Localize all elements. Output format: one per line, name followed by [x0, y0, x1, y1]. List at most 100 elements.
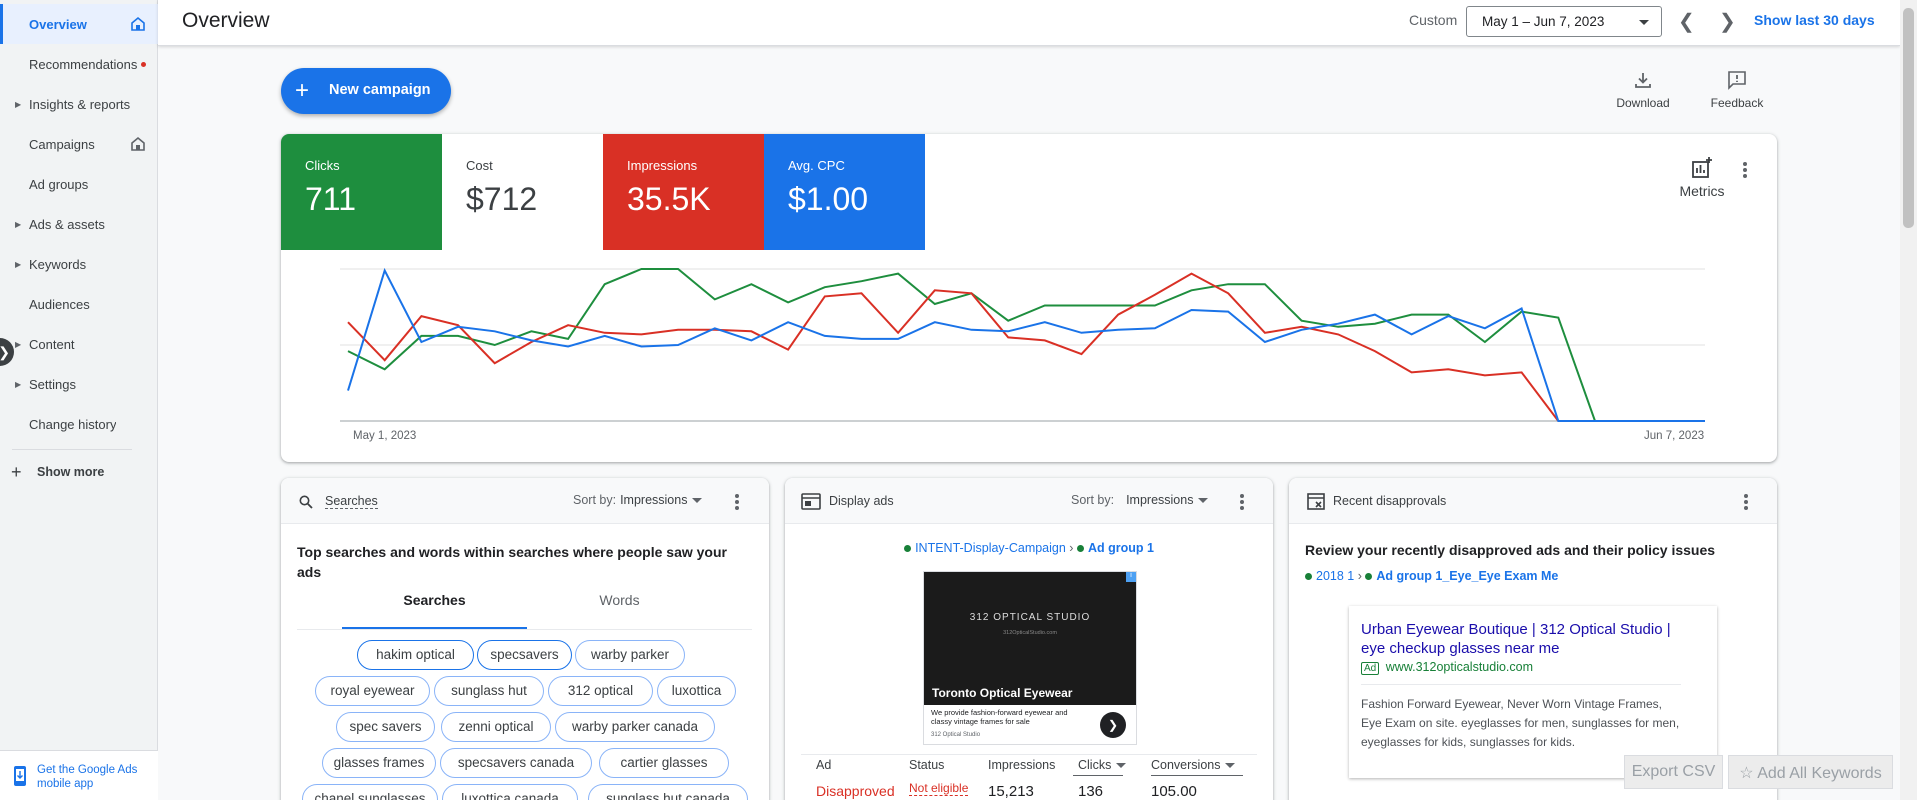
export-csv-button[interactable]: Export CSV [1624, 755, 1723, 789]
column-header-clicks[interactable]: Clicks [1078, 758, 1127, 772]
ad-url: www.312opticalstudio.com [1385, 660, 1534, 674]
clicks-cell: 136 [1078, 783, 1104, 800]
caret-down-icon [1639, 20, 1649, 25]
search-term-chip[interactable]: glasses frames [322, 748, 436, 778]
card-title[interactable]: Searches [325, 494, 378, 509]
display-ad-preview[interactable]: 312 OPTICAL STUDIO 312OpticalStudio.com … [924, 572, 1136, 744]
search-term-chip[interactable]: luxottica [657, 676, 736, 706]
sidebar-item-content[interactable]: ▶ Content [0, 324, 158, 364]
metrics-button[interactable]: Metrics [1674, 156, 1730, 199]
search-term-chip[interactable]: sunglass hut canada [588, 784, 748, 800]
new-campaign-label: New campaign [329, 82, 431, 98]
search-term-chip[interactable]: chanel sunglasses [302, 784, 438, 800]
divider [12, 449, 132, 450]
download-icon [1635, 73, 1651, 88]
column-header-label: Conversions [1151, 758, 1221, 772]
add-all-keywords-button[interactable]: ☆ Add All Keywords [1728, 755, 1893, 789]
more-options-icon[interactable] [1240, 494, 1244, 510]
metric-tile-impressions[interactable]: Impressions 35.5K [603, 134, 764, 250]
feedback-button[interactable]: Feedback [1697, 66, 1777, 110]
ad-advertiser: 312 Optical Studio [931, 732, 981, 738]
metric-value: 35.5K [627, 181, 711, 217]
chevron-right-icon: ❯ [1719, 11, 1736, 33]
x-axis-start-label: May 1, 2023 [353, 430, 417, 442]
sort-by-value: Impressions [1126, 493, 1194, 507]
metric-label: Avg. CPC [788, 158, 845, 173]
sidebar-item-label: Ad groups [29, 176, 89, 192]
ad-group-link[interactable]: Ad group 1_Eye_Eye Exam Me [1376, 569, 1558, 583]
adchoices-icon[interactable]: i [1126, 572, 1136, 582]
search-term-chip[interactable]: luxottica canada [442, 784, 578, 800]
campaign-link[interactable]: 2018 1 [1316, 569, 1354, 583]
date-range-select[interactable]: May 1 – Jun 7, 2023 [1466, 6, 1662, 37]
ad-brand-text: 312 OPTICAL STUDIO [969, 612, 1091, 623]
status-dot [1076, 545, 1084, 553]
search-term-chip[interactable]: royal eyewear [315, 676, 430, 706]
show-more-button[interactable]: + Show more [0, 452, 158, 492]
search-term-chip[interactable]: hakim optical [357, 640, 474, 670]
metric-value: $1.00 [788, 181, 869, 217]
metric-tile-avg-cpc[interactable]: Avg. CPC $1.00 [764, 134, 925, 250]
more-options-icon[interactable] [1743, 162, 1747, 178]
chevron-left-icon: ❮ [1678, 11, 1695, 33]
new-campaign-button[interactable]: + New campaign [281, 68, 451, 114]
metric-tile-clicks[interactable]: Clicks 711 [281, 134, 442, 250]
chevron-right-icon: ▶ [15, 99, 22, 109]
sidebar-item-ad-groups[interactable]: Ad groups [0, 164, 158, 204]
more-options-icon[interactable] [735, 494, 739, 510]
sort-by-label: Sort by: [573, 493, 617, 507]
sidebar-item-recommendations[interactable]: Recommendations [0, 44, 158, 84]
sidebar-item-change-history[interactable]: Change history [0, 404, 158, 444]
ad-cell: Disapproved [816, 783, 895, 799]
ad-site-text: 312OpticalStudio.com [1003, 630, 1057, 636]
date-range-value: May 1 – Jun 7, 2023 [1482, 14, 1605, 29]
ad-breadcrumb: INTENT-Display-Campaign › Ad group 1 [785, 541, 1273, 555]
conversions-cell: 105.00 [1151, 783, 1197, 800]
sort-by-label: Sort by: [1071, 493, 1115, 507]
search-term-chip[interactable]: specsavers canada [440, 748, 592, 778]
search-term-chip[interactable]: sunglass hut [434, 676, 544, 706]
search-term-chip[interactable]: cartier glasses [599, 748, 729, 778]
text-ad-preview[interactable]: Urban Eyewear Boutique | 312 Optical Stu… [1349, 606, 1717, 778]
search-term-chip[interactable]: zenni optical [441, 712, 551, 742]
sort-by-select[interactable]: Sort by: Impressions [573, 493, 703, 507]
sidebar-item-keywords[interactable]: ▶ Keywords [0, 244, 158, 284]
campaign-link[interactable]: INTENT-Display-Campaign [915, 541, 1066, 555]
sidebar-item-insights-reports[interactable]: ▶ Insights & reports [0, 84, 158, 124]
scrollbar-thumb[interactable] [1903, 8, 1914, 228]
next-period-button[interactable]: ❯ [1719, 9, 1736, 34]
table-divider [801, 754, 1257, 755]
feedback-icon [1728, 71, 1746, 90]
show-last-30-days-link[interactable]: Show last 30 days [1754, 12, 1875, 28]
ad-breadcrumb: 2018 1 › Ad group 1_Eye_Eye Exam Me [1305, 569, 1558, 583]
column-header-conversions[interactable]: Conversions [1151, 758, 1236, 772]
tab-words[interactable]: Words [527, 592, 712, 608]
metric-tile-cost[interactable]: Cost $712 [442, 134, 603, 250]
previous-period-button[interactable]: ❮ [1678, 9, 1695, 34]
search-term-chip[interactable]: specsavers [477, 640, 572, 670]
ad-group-link[interactable]: Ad group 1 [1088, 541, 1154, 555]
series-line-2 [347, 267, 1705, 422]
sort-by-select[interactable]: Sort by: Impressions [1071, 493, 1209, 507]
search-term-chip[interactable]: spec savers [336, 712, 435, 742]
sidebar-item-campaigns[interactable]: Campaigns [0, 124, 158, 164]
download-button[interactable]: Download [1603, 66, 1683, 110]
sidebar-item-audiences[interactable]: Audiences [0, 284, 158, 324]
sidebar-item-label: Keywords [29, 256, 87, 272]
page-scrollbar[interactable] [1900, 0, 1917, 800]
sidebar-item-overview[interactable]: Overview [0, 4, 158, 44]
tab-searches[interactable]: Searches [342, 592, 527, 608]
ad-display-url: Ad www.312opticalstudio.com [1361, 660, 1534, 675]
metric-label: Impressions [627, 158, 698, 173]
search-term-chip[interactable]: warby parker [575, 640, 685, 670]
status-dot [904, 545, 912, 553]
download-label: Download [1616, 96, 1670, 110]
sidebar-item-settings[interactable]: ▶ Settings [0, 364, 158, 404]
chevron-right-icon[interactable]: ❯ [1100, 712, 1126, 738]
search-term-chip[interactable]: 312 optical [548, 676, 653, 706]
mobile-app-link[interactable]: Get the Google Ads mobile app [0, 750, 158, 800]
sidebar-item-ads-assets[interactable]: ▶ Ads & assets [0, 204, 158, 244]
more-options-icon[interactable] [1744, 494, 1748, 510]
search-term-chip[interactable]: warby parker canada [555, 712, 715, 742]
status-cell[interactable]: Not eligible [909, 781, 969, 796]
